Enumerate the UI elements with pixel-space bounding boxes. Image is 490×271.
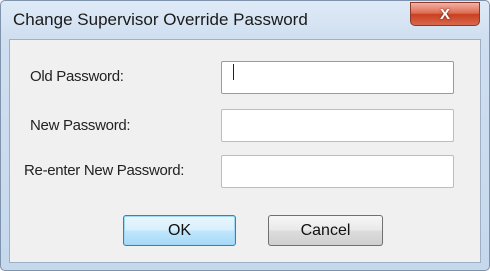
new-password-field[interactable]	[221, 109, 454, 142]
reenter-password-label: Re-enter New Password:	[24, 162, 185, 179]
cancel-button[interactable]: Cancel	[268, 215, 383, 246]
old-password-label: Old Password:	[30, 68, 124, 85]
close-icon: X	[439, 5, 450, 23]
text-caret	[233, 64, 234, 80]
close-button[interactable]: X	[410, 2, 480, 26]
old-password-field[interactable]	[221, 61, 454, 94]
ok-button[interactable]: OK	[123, 215, 236, 246]
new-password-label: New Password:	[30, 117, 131, 134]
dialog-body: Old Password: New Password: Re-enter New…	[9, 39, 481, 263]
reenter-password-field[interactable]	[221, 155, 454, 188]
dialog-title: Change Supervisor Override Password	[13, 10, 308, 29]
title-bar[interactable]: Change Supervisor Override Password X	[1, 1, 489, 39]
dialog-window: Change Supervisor Override Password X Ol…	[0, 0, 490, 271]
